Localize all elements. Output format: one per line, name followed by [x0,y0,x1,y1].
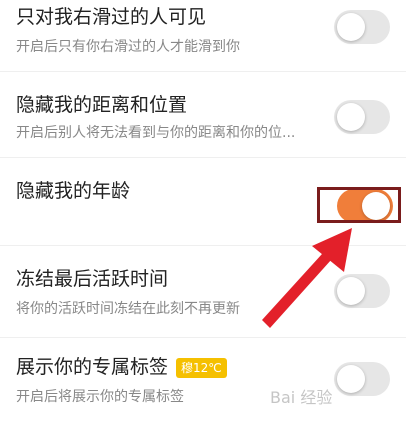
exclusive-tag-badge: 穆12℃ [176,358,227,378]
setting-subtitle-visible-to-right-swiped: 开启后只有你右滑过的人才能滑到你 [16,39,240,55]
setting-subtitle-freeze-last-active: 将你的活跃时间冻结在此刻不再更新 [16,301,240,317]
setting-title-hide-age: 隐藏我的年龄 [16,180,131,202]
setting-row-freeze-last-active: 冻结最后活跃时间 将你的活跃时间冻结在此刻不再更新 [0,246,406,338]
setting-row-hide-distance-location: 隐藏我的距离和位置 开启后别人将无法看到与你的距离和你的位... [0,72,406,158]
toggle-show-exclusive-tag[interactable] [334,362,390,396]
setting-subtitle-show-exclusive-tag: 开启后将展示你的专属标签 [16,389,184,405]
watermark: Bai 经验 [270,388,333,407]
toggle-hide-distance-location[interactable] [334,100,390,134]
setting-title-visible-to-right-swiped: 只对我右滑过的人可见 [16,6,207,28]
toggle-freeze-last-active[interactable] [334,274,390,308]
setting-row-visible-to-right-swiped: 只对我右滑过的人可见 开启后只有你右滑过的人才能滑到你 [0,0,406,72]
setting-row-show-exclusive-tag: 展示你的专属标签 开启后将展示你的专属标签 [0,338,406,422]
highlight-box [317,187,401,223]
setting-title-hide-distance-location: 隐藏我的距离和位置 [16,94,188,116]
setting-title-freeze-last-active: 冻结最后活跃时间 [16,268,169,290]
setting-title-show-exclusive-tag: 展示你的专属标签 [16,356,169,378]
toggle-knob [337,103,365,131]
setting-subtitle-hide-distance-location: 开启后别人将无法看到与你的距离和你的位... [16,125,296,141]
toggle-knob [337,277,365,305]
toggle-visible-to-right-swiped[interactable] [334,10,390,44]
toggle-knob [337,365,365,393]
toggle-knob [337,13,365,41]
